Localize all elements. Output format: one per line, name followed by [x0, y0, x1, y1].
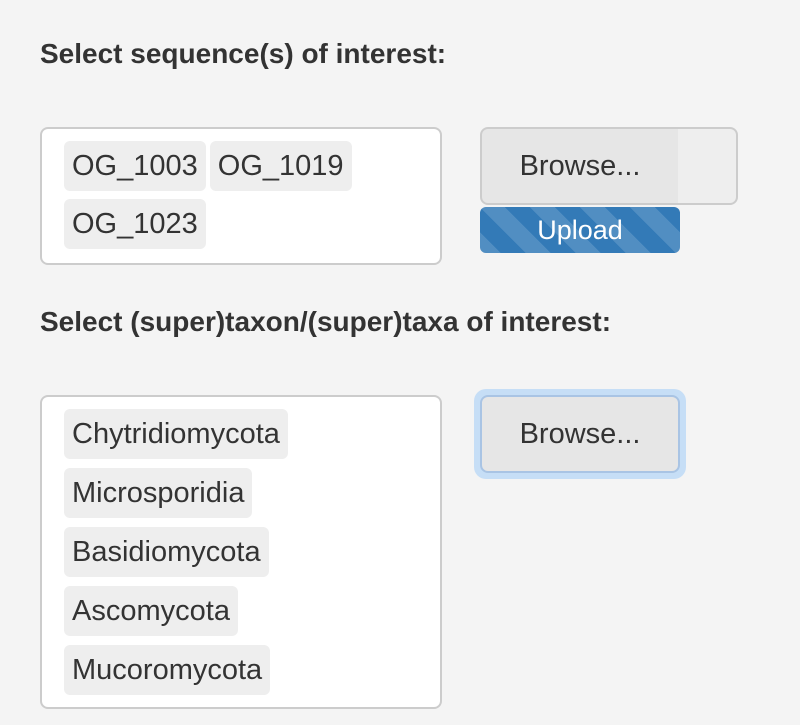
taxon-tag-chytridiomycota[interactable]: Chytridiomycota	[64, 409, 288, 459]
upload-progress-bar: Upload	[480, 207, 680, 253]
taxon-select-input[interactable]: Chytridiomycota Microsporidia Basidiomyc…	[40, 395, 442, 709]
sequence-tag-og-1023[interactable]: OG_1023	[64, 199, 206, 249]
taxon-browse-button[interactable]: Browse...	[480, 395, 680, 473]
upload-progress-fill: Upload	[480, 207, 680, 253]
sequence-select-input[interactable]: OG_1003 OG_1019 OG_1023	[40, 127, 442, 265]
taxon-heading: Select (super)taxon/(super)taxa of inter…	[40, 306, 612, 337]
sequence-tag-og-1019[interactable]: OG_1019	[209, 141, 352, 191]
sequence-file-name-field	[678, 127, 738, 205]
taxon-tag-mucoromycota[interactable]: Mucoromycota	[64, 645, 271, 695]
sequence-tag-og-1003[interactable]: OG_1003	[64, 141, 206, 191]
taxon-tag-microsporidia[interactable]: Microsporidia	[64, 468, 253, 518]
sequence-browse-button[interactable]: Browse...	[480, 127, 680, 205]
taxon-tag-basidiomycota[interactable]: Basidiomycota	[64, 527, 269, 577]
sequence-heading: Select sequence(s) of interest:	[40, 38, 447, 69]
taxon-tag-ascomycota[interactable]: Ascomycota	[64, 586, 238, 636]
